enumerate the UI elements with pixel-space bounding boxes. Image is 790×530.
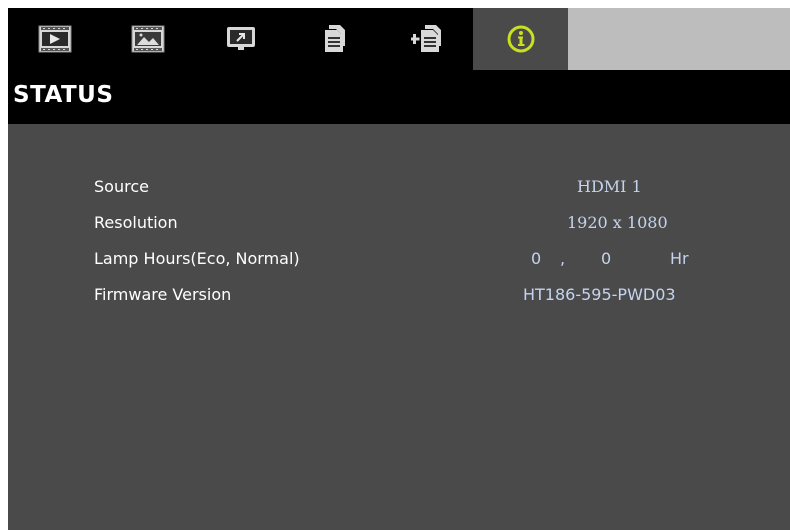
source-label: Source [94,177,149,196]
lamp-hours-eco-value: 0 [531,249,542,268]
osd-menu: STATUS Source HDMI 1 Resolution 1920 x 1… [8,8,790,530]
tab-display[interactable] [101,8,194,70]
lamp-hours-label: Lamp Hours(Eco, Normal) [94,249,300,268]
tab-info[interactable] [473,8,568,70]
status-row-source: Source HDMI 1 [8,177,790,205]
status-row-resolution: Resolution 1920 x 1080 [8,213,790,241]
tab-options[interactable] [287,8,380,70]
display-settings-icon [131,25,165,53]
tab-advanced-options[interactable] [380,8,473,70]
info-icon [507,25,535,53]
resolution-value: 1920 x 1080 [567,213,668,232]
source-value: HDMI 1 [577,177,642,196]
resolution-label: Resolution [94,213,178,232]
lamp-hours-separator: , [560,249,566,268]
options-icon [321,24,347,54]
tab-image[interactable] [8,8,101,70]
firmware-value: HT186-595-PWD03 [523,285,676,304]
tab-setup[interactable] [194,8,287,70]
menu-title-bar: STATUS [8,70,790,124]
firmware-label: Firmware Version [94,285,232,304]
status-row-firmware: Firmware Version HT186-595-PWD03 [8,285,790,313]
page-title: STATUS [13,82,114,108]
tab-bar-filler [568,8,790,70]
advanced-options-icon [410,24,443,54]
lamp-hours-unit: Hr [670,249,689,268]
lamp-hours-normal-value: 0 [601,249,612,268]
status-row-lamp-hours: Lamp Hours(Eco, Normal) 0 , 0 Hr [8,249,790,277]
setup-icon [225,25,257,53]
menu-tab-bar [8,8,790,70]
image-settings-icon [38,25,72,53]
